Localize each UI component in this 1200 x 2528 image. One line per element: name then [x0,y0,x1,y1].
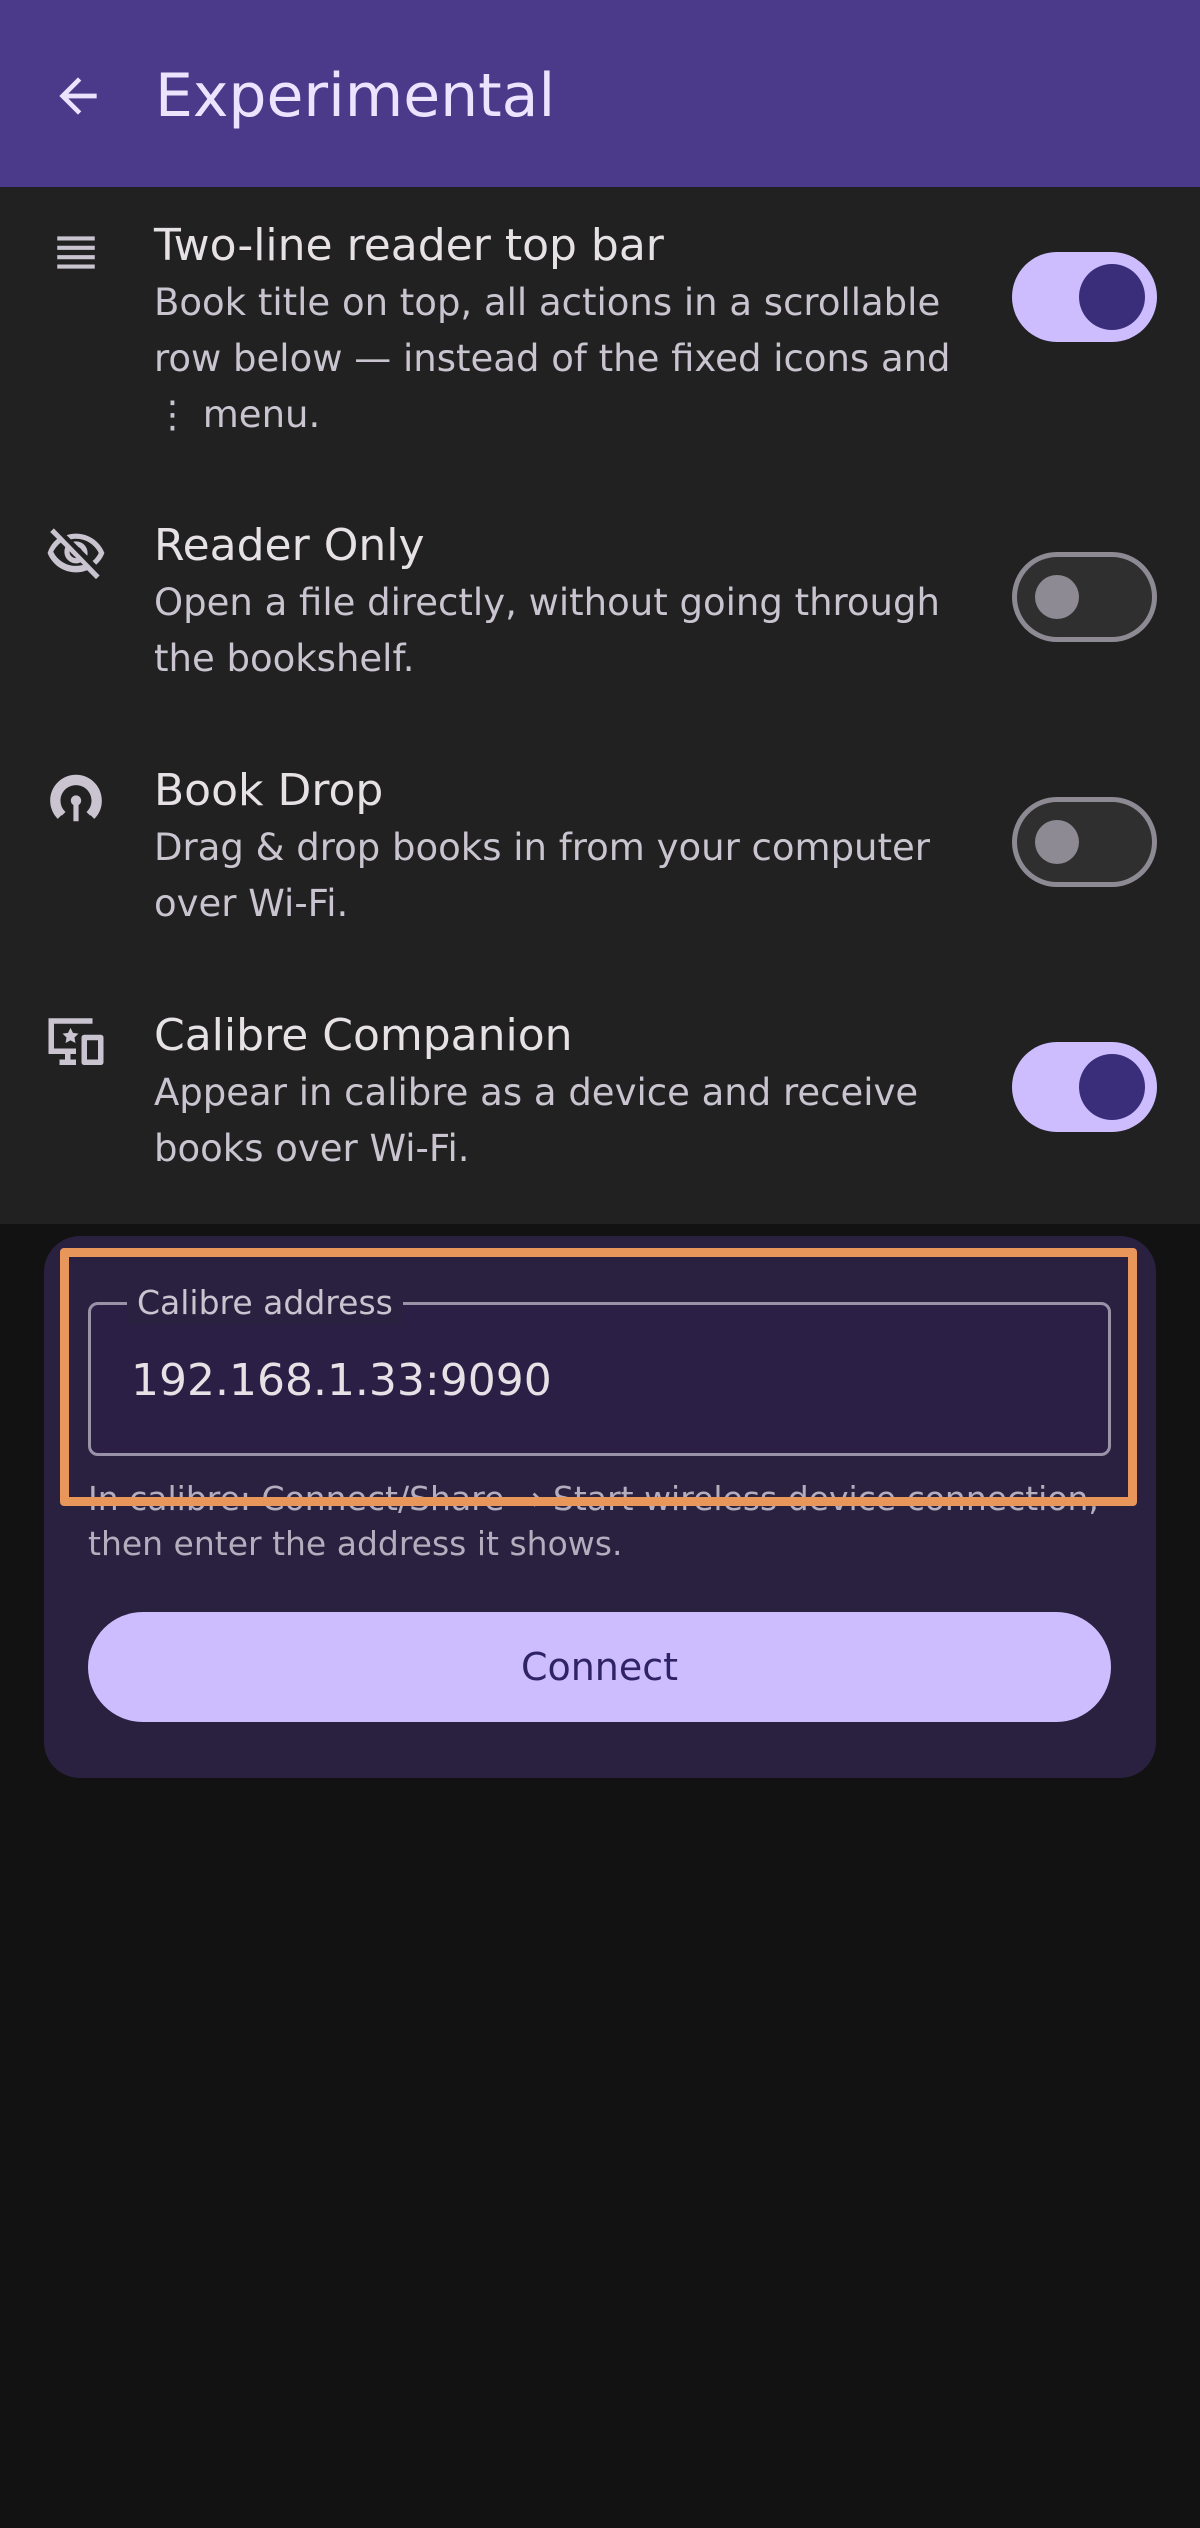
setting-title: Calibre Companion [154,1010,573,1061]
toggle-book-drop[interactable] [1012,797,1157,887]
toggle-two-line-top-bar[interactable] [1012,252,1157,342]
arrow-back-icon [59,77,97,115]
toggle-calibre-companion[interactable] [1012,1042,1157,1132]
settings-list: Two-line reader top bar Book title on to… [0,187,1200,1224]
eye-off-icon [40,517,112,589]
setting-description: Appear in calibre as a device and receiv… [154,1071,919,1170]
calibre-address-label: Calibre address [127,1281,403,1325]
setting-description: Open a file directly, without going thro… [154,581,940,680]
setting-reader-only[interactable]: Reader Only Open a file directly, withou… [0,517,1200,717]
reader-top-bar-icon [40,217,112,289]
devices-icon [40,1007,112,1079]
wifi-tethering-icon [40,762,112,834]
connect-button[interactable]: Connect [88,1612,1111,1722]
setting-title: Book Drop [154,765,384,816]
setting-two-line-top-bar[interactable]: Two-line reader top bar Book title on to… [0,217,1200,477]
toggle-thumb [1035,820,1079,864]
setting-description: Drag & drop books in from your computer … [154,826,930,925]
app-bar: Experimental [0,0,1200,187]
toggle-thumb [1035,575,1079,619]
calibre-helper-text: In calibre: Connect/Share → Start wirele… [88,1479,1099,1563]
back-button[interactable] [40,58,116,134]
calibre-address-field[interactable]: Calibre address [88,1281,1111,1456]
setting-book-drop[interactable]: Book Drop Drag & drop books in from your… [0,762,1200,962]
setting-description: Book title on top, all actions in a scro… [154,281,951,436]
toggle-thumb [1079,264,1145,330]
setting-calibre-companion[interactable]: Calibre Companion Appear in calibre as a… [0,1007,1200,1207]
toggle-reader-only[interactable] [1012,552,1157,642]
toggle-thumb [1079,1054,1145,1120]
calibre-connect-card: Calibre address In calibre: Connect/Shar… [44,1236,1156,1778]
page-title: Experimental [155,61,556,131]
calibre-address-input[interactable] [131,1351,1031,1411]
setting-title: Two-line reader top bar [154,220,664,271]
setting-title: Reader Only [154,520,425,571]
